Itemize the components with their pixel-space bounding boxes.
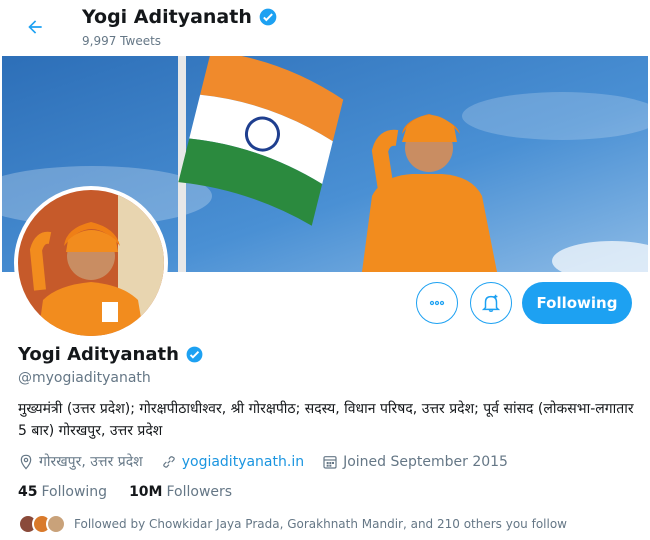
profile-name-row: Yogi Adityanath <box>18 344 204 365</box>
avatar-image <box>18 190 164 336</box>
verified-badge-icon <box>259 8 277 26</box>
following-stat[interactable]: 45 Following <box>18 484 107 500</box>
verified-badge-icon <box>186 346 203 363</box>
tweet-count: 9,997 Tweets <box>82 34 162 48</box>
followed-by[interactable]: Followed by Chowkidar Jaya Prada, Gorakh… <box>18 514 567 534</box>
avatar <box>46 514 66 534</box>
profile-meta: गोरखपुर, उत्तर प्रदेश yogiadityanath.in … <box>18 452 520 471</box>
location-icon <box>20 454 32 470</box>
notifications-button[interactable] <box>470 282 512 324</box>
more-icon <box>429 300 445 306</box>
website-item: yogiadityanath.in <box>161 454 304 470</box>
followers-stat[interactable]: 10M Followers <box>129 484 232 500</box>
profile-avatar[interactable] <box>14 186 168 340</box>
profile-name: Yogi Adityanath <box>18 344 179 365</box>
bell-icon <box>481 294 501 312</box>
following-button[interactable]: Following <box>522 282 632 324</box>
following-count: 45 <box>18 484 38 500</box>
link-icon <box>162 455 175 468</box>
following-label: Following <box>41 484 108 500</box>
followers-label: Followers <box>166 484 233 500</box>
followed-by-text: Followed by Chowkidar Jaya Prada, Gorakh… <box>74 517 567 531</box>
joined-text: Joined September 2015 <box>343 453 508 470</box>
back-arrow-icon <box>28 20 42 34</box>
top-bar: Yogi Adityanath 9,997 Tweets <box>0 0 650 56</box>
location-item: गोरखपुर, उत्तर प्रदेश <box>18 452 143 471</box>
profile-bio: मुख्यमंत्री (उत्तर प्रदेश); गोरक्षपीठाधी… <box>18 401 634 439</box>
follower-avatars <box>18 514 66 534</box>
back-button[interactable] <box>18 10 52 44</box>
website-link[interactable]: yogiadityanath.in <box>182 454 304 470</box>
calendar-icon <box>323 455 337 469</box>
more-button[interactable] <box>416 282 458 324</box>
followers-count: 10M <box>129 484 163 500</box>
profile-stats: 45 Following 10M Followers <box>18 484 232 500</box>
profile-handle: @myogiadityanath <box>18 370 151 386</box>
location-text: गोरखपुर, उत्तर प्रदेश <box>39 454 143 470</box>
header-title: Yogi Adityanath <box>82 6 278 28</box>
joined-item: Joined September 2015 <box>322 454 508 470</box>
header-name: Yogi Adityanath <box>82 6 252 28</box>
